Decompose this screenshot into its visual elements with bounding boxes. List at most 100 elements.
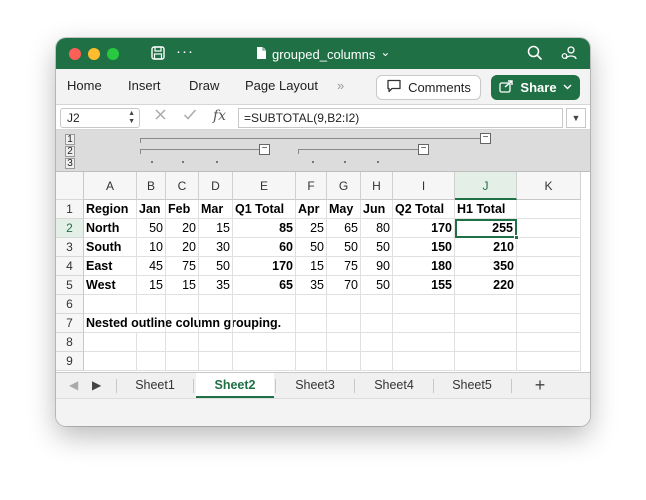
tab-page-layout[interactable]: Page Layout	[245, 78, 318, 93]
row-header-7[interactable]: 7	[56, 314, 84, 333]
stepper-icon[interactable]: ▲ ▼	[128, 110, 135, 126]
cell-c8[interactable]	[166, 333, 199, 352]
row-header-3[interactable]: 3	[56, 238, 84, 257]
cell-j3[interactable]: 210	[455, 238, 517, 257]
cell-h3[interactable]: 50	[361, 238, 393, 257]
cell-a6[interactable]	[84, 295, 137, 314]
cell-b1[interactable]: Jan	[137, 200, 166, 219]
cell-g2[interactable]: 65	[327, 219, 361, 238]
cell-d5[interactable]: 35	[199, 276, 233, 295]
cell-f4[interactable]: 15	[296, 257, 327, 276]
cell-d8[interactable]	[199, 333, 233, 352]
add-sheet-button[interactable]: +	[526, 375, 554, 397]
cell-f1[interactable]: Apr	[296, 200, 327, 219]
cell-i1[interactable]: Q2 Total	[393, 200, 455, 219]
cell-b6[interactable]	[137, 295, 166, 314]
cell-f8[interactable]	[296, 333, 327, 352]
cell-h7[interactable]	[361, 314, 393, 333]
cell-f2[interactable]: 25	[296, 219, 327, 238]
cell-h2[interactable]: 80	[361, 219, 393, 238]
fill-handle[interactable]	[514, 235, 519, 240]
cell-f3[interactable]: 50	[296, 238, 327, 257]
cell-j1[interactable]: H1 Total	[455, 200, 517, 219]
cell-i8[interactable]	[393, 333, 455, 352]
confirm-formula-icon[interactable]	[183, 108, 197, 124]
column-header-j[interactable]: J	[455, 172, 517, 200]
cell-g7[interactable]	[327, 314, 361, 333]
sheet-tab-sheet4[interactable]: Sheet4	[355, 373, 433, 398]
cell-c9[interactable]	[166, 352, 199, 371]
cell-i4[interactable]: 180	[393, 257, 455, 276]
cell-j9[interactable]	[455, 352, 517, 371]
search-icon[interactable]	[527, 45, 543, 66]
row-header-9[interactable]: 9	[56, 352, 84, 371]
cell-k2[interactable]	[517, 219, 581, 238]
cell-a3[interactable]: South	[84, 238, 137, 257]
cell-d7[interactable]	[199, 314, 233, 333]
cell-c7[interactable]	[166, 314, 199, 333]
name-box[interactable]: J2 ▲ ▼	[60, 108, 140, 128]
row-header-1[interactable]: 1	[56, 200, 84, 219]
cell-d2[interactable]: 15	[199, 219, 233, 238]
cell-g9[interactable]	[327, 352, 361, 371]
cell-d4[interactable]: 50	[199, 257, 233, 276]
cell-h6[interactable]	[361, 295, 393, 314]
cell-h1[interactable]: Jun	[361, 200, 393, 219]
cell-e5[interactable]: 65	[233, 276, 296, 295]
cell-a8[interactable]	[84, 333, 137, 352]
expand-formula-bar-icon[interactable]: ▼	[566, 108, 586, 128]
more-options-icon[interactable]: ···	[176, 43, 194, 60]
formula-input[interactable]: =SUBTOTAL(9,B2:I2)	[238, 108, 563, 128]
cell-b5[interactable]: 15	[137, 276, 166, 295]
cell-e3[interactable]: 60	[233, 238, 296, 257]
sheet-tab-sheet5[interactable]: Sheet5	[434, 373, 510, 398]
sheet-tab-sheet3[interactable]: Sheet3	[276, 373, 354, 398]
outline-level-1-button[interactable]: 1	[65, 134, 75, 145]
cell-k7[interactable]	[517, 314, 581, 333]
row-header-4[interactable]: 4	[56, 257, 84, 276]
collapse-q2-group-button[interactable]: −	[418, 144, 429, 155]
insert-function-icon[interactable]: fx	[213, 108, 226, 124]
row-header-6[interactable]: 6	[56, 295, 84, 314]
cell-c3[interactable]: 20	[166, 238, 199, 257]
cell-j6[interactable]	[455, 295, 517, 314]
cell-b8[interactable]	[137, 333, 166, 352]
column-header-i[interactable]: I	[393, 172, 455, 200]
cell-c2[interactable]: 20	[166, 219, 199, 238]
cell-g6[interactable]	[327, 295, 361, 314]
column-header-a[interactable]: A	[84, 172, 137, 200]
cell-k4[interactable]	[517, 257, 581, 276]
cell-g1[interactable]: May	[327, 200, 361, 219]
cell-d6[interactable]	[199, 295, 233, 314]
account-share-icon[interactable]	[560, 45, 577, 67]
column-header-d[interactable]: D	[199, 172, 233, 200]
cell-b2[interactable]: 50	[137, 219, 166, 238]
cell-h4[interactable]: 90	[361, 257, 393, 276]
cell-g4[interactable]: 75	[327, 257, 361, 276]
cell-a2[interactable]: North	[84, 219, 137, 238]
sheet-tab-sheet2[interactable]: Sheet2	[196, 373, 274, 398]
column-header-c[interactable]: C	[166, 172, 199, 200]
cell-i5[interactable]: 155	[393, 276, 455, 295]
cell-h9[interactable]	[361, 352, 393, 371]
cell-g3[interactable]: 50	[327, 238, 361, 257]
cell-a7[interactable]: Nested outline column grouping.	[84, 314, 281, 333]
select-all-corner[interactable]	[56, 172, 84, 200]
minimize-window-button[interactable]	[88, 48, 100, 60]
cell-i6[interactable]	[393, 295, 455, 314]
cell-e9[interactable]	[233, 352, 296, 371]
cell-e1[interactable]: Q1 Total	[233, 200, 296, 219]
collapse-q1-group-button[interactable]: −	[259, 144, 270, 155]
document-title[interactable]: grouped_columns ⌄	[256, 44, 390, 64]
cell-f7[interactable]	[296, 314, 327, 333]
next-sheet-icon[interactable]: ▶	[92, 378, 101, 392]
cell-k6[interactable]	[517, 295, 581, 314]
cell-a5[interactable]: West	[84, 276, 137, 295]
cell-e7[interactable]	[233, 314, 296, 333]
outline-level-3-button[interactable]: 3	[65, 158, 75, 169]
tab-home[interactable]: Home	[67, 78, 102, 93]
save-icon[interactable]	[150, 45, 166, 66]
cell-j8[interactable]	[455, 333, 517, 352]
cell-c6[interactable]	[166, 295, 199, 314]
column-header-h[interactable]: H	[361, 172, 393, 200]
